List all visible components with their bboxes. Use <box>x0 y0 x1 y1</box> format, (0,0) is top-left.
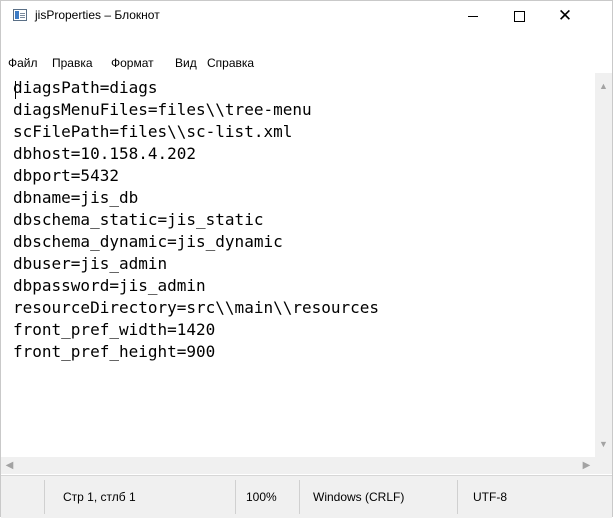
cursor-position: Стр 1, стлб 1 <box>63 490 136 504</box>
minimize-icon <box>468 15 478 17</box>
chevron-left-icon[interactable]: ◀ <box>1 457 18 474</box>
text-line: diagsPath=diags <box>13 78 158 97</box>
title-bar[interactable]: jisProperties – Блокнот ✕ <box>1 1 612 31</box>
chevron-up-icon[interactable]: ▲ <box>595 77 612 94</box>
maximize-button[interactable] <box>496 1 542 31</box>
maximize-icon <box>513 10 525 22</box>
vertical-scrollbar[interactable]: ▲ ▼ <box>595 73 612 457</box>
notepad-window: jisProperties – Блокнот ✕ Файл Правка Фо… <box>0 0 613 518</box>
text-line: diagsMenuFiles=files\\tree-menu <box>13 100 312 119</box>
text-line: dbschema_static=jis_static <box>13 210 264 229</box>
menu-help[interactable]: Справка <box>204 53 257 73</box>
zoom-level: 100% <box>246 490 277 504</box>
text-line: dbhost=10.158.4.202 <box>13 144 197 163</box>
text-line: front_pref_width=1420 <box>13 320 216 339</box>
menu-bar: Файл Правка Формат Вид Справка <box>1 53 612 73</box>
window-title: jisProperties – Блокнот <box>35 8 160 22</box>
text-line: front_pref_height=900 <box>13 342 216 361</box>
text-line: dbschema_dynamic=jis_dynamic <box>13 232 283 251</box>
chevron-down-icon[interactable]: ▼ <box>595 435 612 452</box>
text-line: dbname=jis_db <box>13 188 139 207</box>
menu-view[interactable]: Вид <box>172 53 200 73</box>
line-endings: Windows (CRLF) <box>313 490 405 504</box>
text-editor[interactable]: diagsPath=diags diagsMenuFiles=files\\tre… <box>13 77 595 455</box>
status-divider <box>235 480 236 514</box>
close-button[interactable]: ✕ <box>542 1 588 31</box>
notepad-icon <box>13 9 27 21</box>
text-line: resourceDirectory=src\\main\\resources <box>13 298 380 317</box>
status-divider <box>44 480 45 514</box>
close-icon: ✕ <box>557 6 573 25</box>
status-bar: Стр 1, стлб 1 100% Windows (CRLF) UTF-8 <box>1 475 612 518</box>
menu-format[interactable]: Формат <box>108 53 157 73</box>
text-line: dbpassword=jis_admin <box>13 276 206 295</box>
text-caret <box>15 81 16 99</box>
scrollbar-corner <box>595 457 612 474</box>
horizontal-scrollbar[interactable]: ◀ ▶ <box>1 457 595 474</box>
menu-file[interactable]: Файл <box>5 53 41 73</box>
chevron-right-icon[interactable]: ▶ <box>578 457 595 474</box>
status-divider <box>299 480 300 514</box>
text-line: dbuser=jis_admin <box>13 254 168 273</box>
status-divider <box>457 480 458 514</box>
text-line: dbport=5432 <box>13 166 119 185</box>
encoding: UTF-8 <box>473 490 507 504</box>
text-line: scFilePath=files\\sc-list.xml <box>13 122 293 141</box>
minimize-button[interactable] <box>450 1 496 31</box>
menu-edit[interactable]: Правка <box>49 53 96 73</box>
